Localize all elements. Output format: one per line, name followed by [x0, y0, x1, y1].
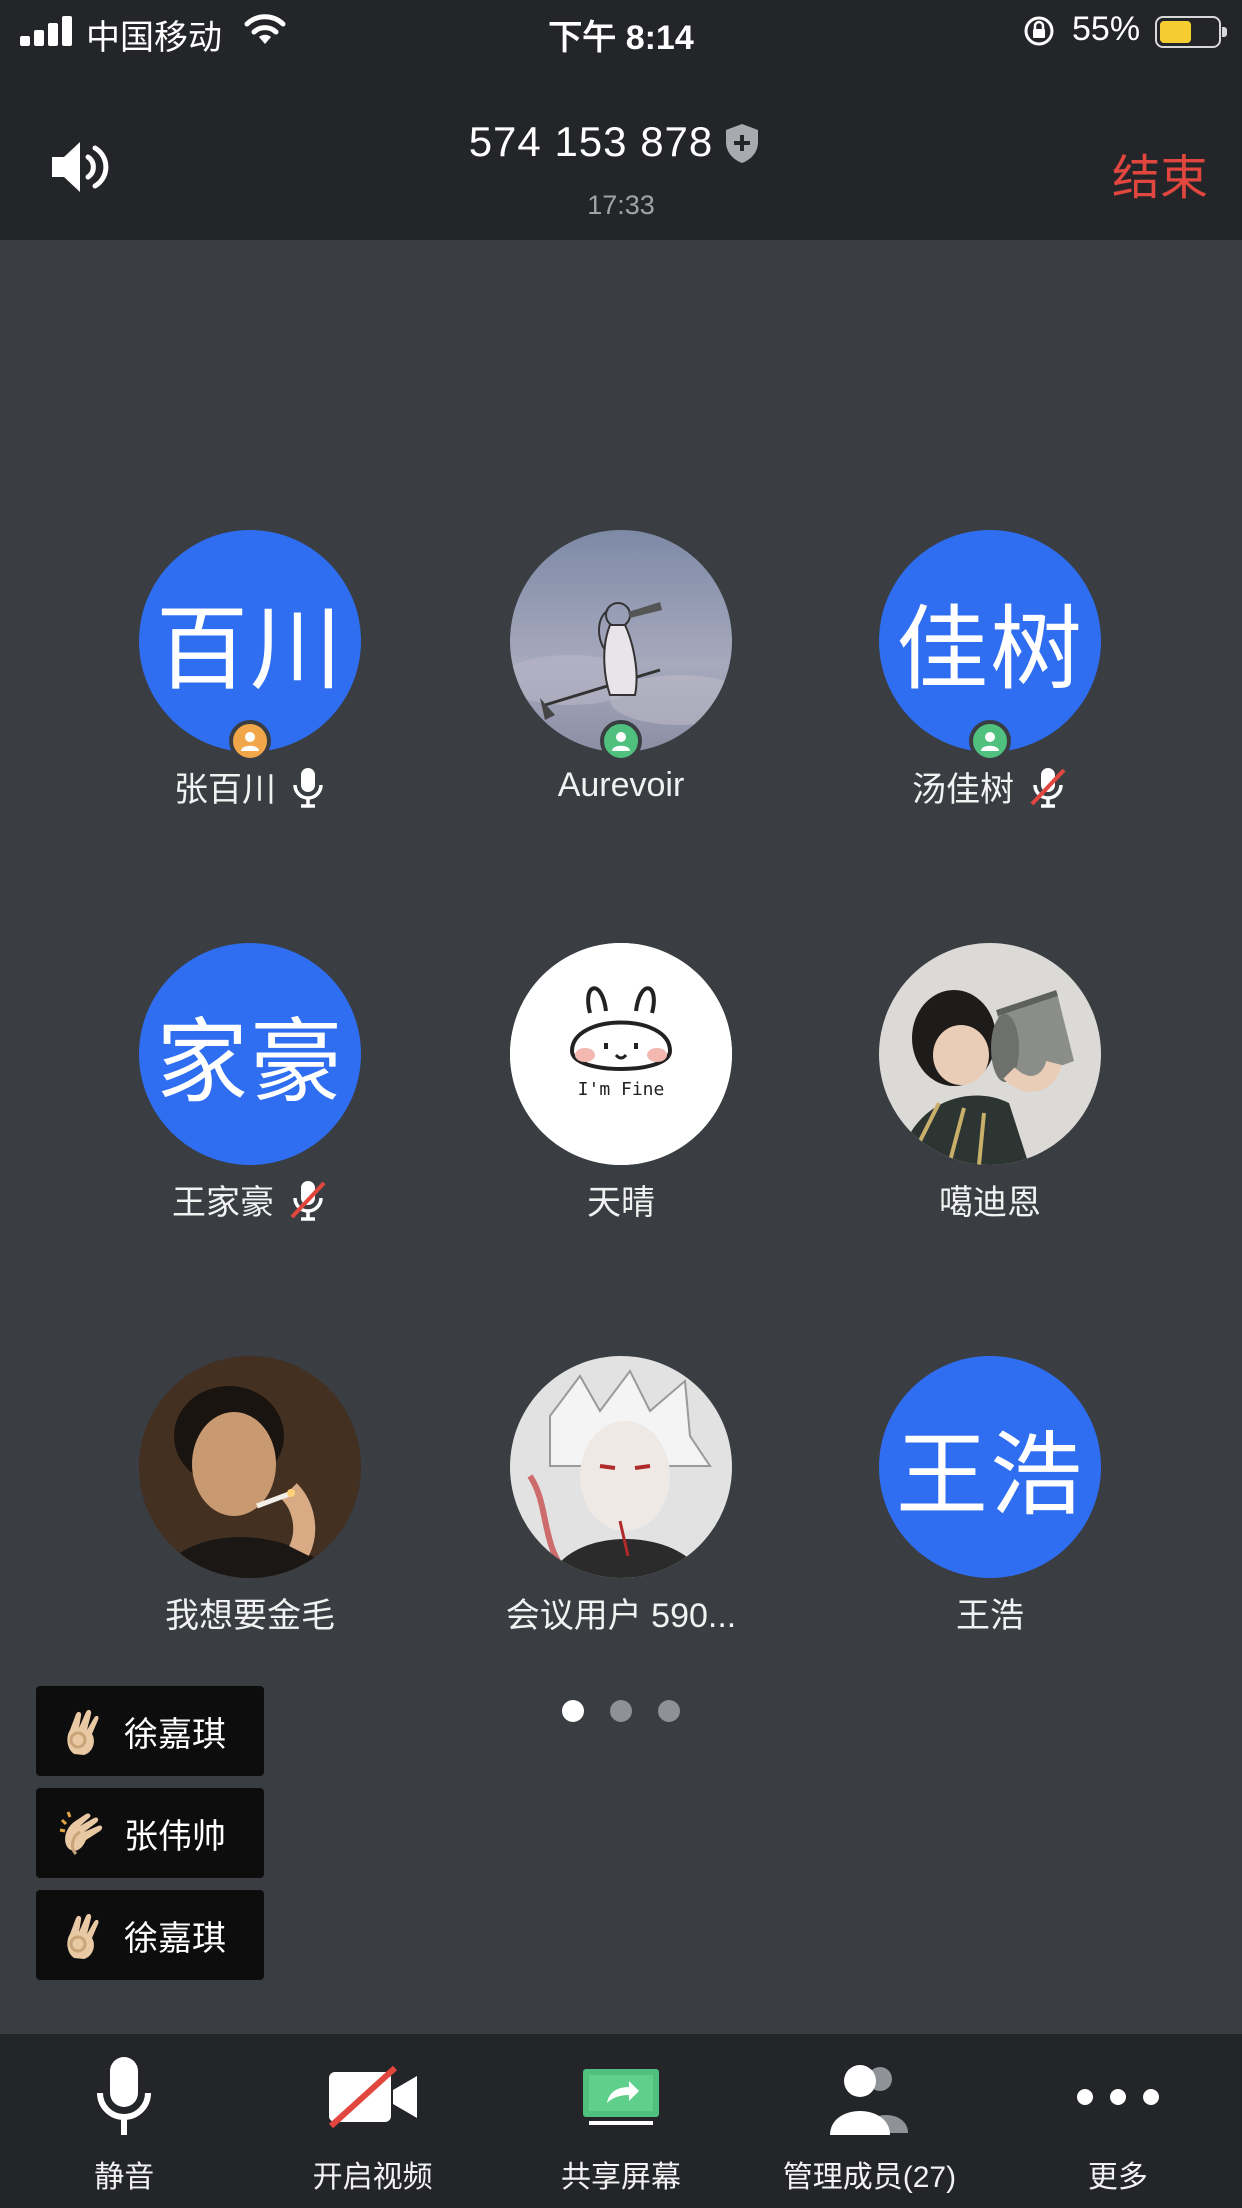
participant-name: Aurevoir — [557, 766, 685, 804]
participant-name: 天晴 — [587, 1184, 655, 1222]
share-screen-button[interactable]: 共享屏幕 — [497, 2034, 745, 2208]
reaction-item: 徐嘉琪 — [36, 1686, 264, 1776]
reaction-sender: 徐嘉琪 — [124, 1919, 226, 1958]
meeting-toolbar: 静音 开启视频 共享屏幕 管理成员(27) 更多 — [0, 2034, 1242, 2208]
mute-button[interactable]: 静音 — [0, 2034, 248, 2208]
meeting-duration: 17:33 — [587, 190, 655, 220]
page-dot[interactable] — [610, 1700, 632, 1722]
reaction-item: 徐嘉琪 — [36, 1890, 264, 1980]
participant-name: 张百川 — [174, 771, 276, 809]
ok-hand-icon — [67, 1913, 99, 1959]
microphone-icon — [97, 2057, 152, 2135]
more-button[interactable]: 更多 — [994, 2034, 1242, 2208]
page-dot[interactable] — [562, 1700, 584, 1722]
avatar — [139, 1356, 361, 1578]
battery-percent: 55% — [1072, 10, 1141, 48]
participant-tile[interactable]: 噶迪恩 — [805, 943, 1175, 1243]
participant-tile[interactable]: 家豪 王家豪 — [65, 943, 435, 1243]
participant-tile[interactable]: 佳树 汤佳树 — [805, 530, 1175, 830]
avatar — [510, 1356, 732, 1578]
battery-icon — [1155, 16, 1227, 48]
video-off-icon — [328, 2065, 417, 2129]
members-icon — [830, 2065, 909, 2135]
avatar: 王浩 — [879, 1356, 1101, 1578]
share-screen-icon — [583, 2069, 660, 2125]
svg-text:I'm Fine: I'm Fine — [578, 1079, 665, 1100]
more-label: 更多 — [1087, 2161, 1148, 2194]
end-meeting-button[interactable]: 结束 — [1112, 138, 1208, 208]
reaction-item: 张伟帅 — [36, 1788, 264, 1878]
avatar — [510, 530, 732, 752]
muted-microphone-icon — [1030, 767, 1066, 808]
more-icon — [1076, 2089, 1159, 2105]
avatar: 佳树 — [879, 530, 1101, 752]
participant-tile[interactable]: 王浩 王浩 — [805, 1356, 1175, 1656]
avatar: I'm Fine — [510, 943, 732, 1165]
clapping-hands-icon — [59, 1811, 103, 1856]
cohost-badge-icon — [600, 720, 642, 762]
start-video-button[interactable]: 开启视频 — [248, 2034, 496, 2208]
reaction-list: 徐嘉琪 张伟帅 徐嘉琪 — [36, 1686, 264, 1992]
muted-microphone-icon — [290, 1180, 326, 1221]
manage-members-label: 管理成员(27) — [782, 2161, 957, 2194]
rotation-lock-icon — [1024, 16, 1054, 46]
participant-tile[interactable]: I'm Fine 天晴 — [436, 943, 806, 1243]
participant-tile[interactable]: 会议用户 590... — [436, 1356, 806, 1656]
participant-name: 王浩 — [956, 1597, 1024, 1635]
participant-name: 我想要金毛 — [165, 1597, 335, 1635]
host-badge-icon — [229, 720, 271, 762]
participant-name: 噶迪恩 — [939, 1184, 1041, 1222]
participant-tile[interactable]: Aurevoir — [436, 530, 806, 830]
microphone-icon — [293, 767, 323, 808]
meeting-id: 574 153 878 — [468, 118, 714, 165]
cohost-badge-icon — [969, 720, 1011, 762]
manage-members-button[interactable]: 管理成员(27) — [745, 2034, 993, 2208]
avatar: 家豪 — [139, 943, 361, 1165]
top-bar: 中国移动 下午 8:14 55% 574 153 878 17:33 结束 — [0, 0, 1242, 240]
page-dot[interactable] — [658, 1700, 680, 1722]
shield-icon — [726, 124, 758, 163]
avatar: 百川 — [139, 530, 361, 752]
mute-label: 静音 — [94, 2161, 155, 2194]
participant-tile[interactable]: 我想要金毛 — [65, 1356, 435, 1656]
reaction-sender: 张伟帅 — [124, 1817, 226, 1856]
participant-name: 王家豪 — [172, 1184, 274, 1222]
participant-name: 汤佳树 — [912, 771, 1014, 809]
reaction-sender: 徐嘉琪 — [124, 1715, 226, 1754]
avatar — [879, 943, 1101, 1165]
participants-grid: 百川 张百川 Aurevoir 佳树 汤佳树 家豪 王家豪 I'm Fine 天… — [0, 240, 1242, 1640]
status-bar: 中国移动 下午 8:14 55% — [0, 0, 1242, 64]
start-video-label: 开启视频 — [312, 2161, 433, 2194]
participant-tile[interactable]: 百川 张百川 — [65, 530, 435, 830]
share-screen-label: 共享屏幕 — [561, 2161, 682, 2194]
participant-name: 会议用户 590... — [505, 1597, 737, 1635]
ok-hand-icon — [67, 1709, 99, 1755]
